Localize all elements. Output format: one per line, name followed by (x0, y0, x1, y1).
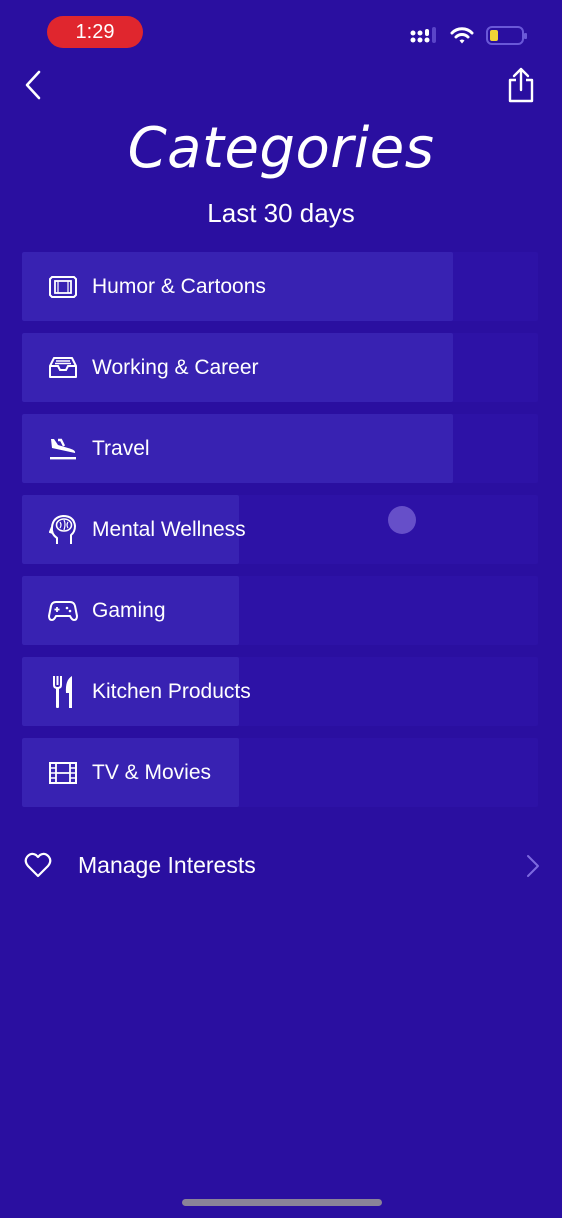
category-row[interactable]: Gaming (22, 576, 538, 645)
wifi-icon (450, 26, 474, 43)
category-row[interactable]: Working & Career (22, 333, 538, 402)
category-row[interactable]: Travel (22, 414, 538, 483)
inbox-tray-icon (48, 353, 78, 383)
category-row[interactable]: Mental Wellness (22, 495, 538, 564)
category-list: Humor & Cartoons Working & Career Travel… (22, 252, 538, 819)
chevron-left-icon (25, 70, 41, 100)
category-label: Mental Wellness (92, 517, 246, 541)
gamepad-icon (48, 596, 78, 626)
back-button[interactable] (18, 68, 48, 102)
category-label: Kitchen Products (92, 679, 251, 703)
share-icon (508, 67, 534, 103)
category-label: Travel (92, 436, 150, 460)
date-range-label: Last 30 days (207, 198, 355, 228)
category-label: Working & Career (92, 355, 259, 379)
battery-fill (490, 30, 498, 41)
category-row[interactable]: Kitchen Products (22, 657, 538, 726)
manage-interests-label: Manage Interests (78, 852, 256, 878)
home-indicator[interactable] (182, 1199, 382, 1206)
category-label: Humor & Cartoons (92, 274, 266, 298)
fork-knife-icon (48, 675, 78, 708)
status-icons (410, 26, 527, 45)
status-time: 1:29 (75, 20, 115, 43)
category-row[interactable]: Humor & Cartoons (22, 252, 538, 321)
nav-bar (0, 62, 562, 106)
brain-head-icon (48, 514, 78, 545)
manage-interests-button[interactable]: Manage Interests (0, 838, 562, 894)
heart-icon (24, 852, 52, 878)
time-pill[interactable]: 1:29 (47, 16, 143, 48)
status-bar: 1:29 (0, 0, 562, 60)
tv-screen-icon (48, 272, 78, 302)
signal-icon (410, 26, 436, 43)
airplane-landing-icon (48, 434, 78, 464)
category-row[interactable]: TV & Movies (22, 738, 538, 807)
share-button[interactable] (504, 66, 538, 104)
category-label: TV & Movies (92, 760, 212, 784)
film-icon (48, 758, 78, 788)
page-title: Categories (127, 116, 435, 181)
battery-icon (486, 26, 527, 45)
chevron-right-icon (527, 855, 539, 877)
category-label: Gaming (92, 598, 166, 622)
touch-indicator (388, 506, 416, 534)
